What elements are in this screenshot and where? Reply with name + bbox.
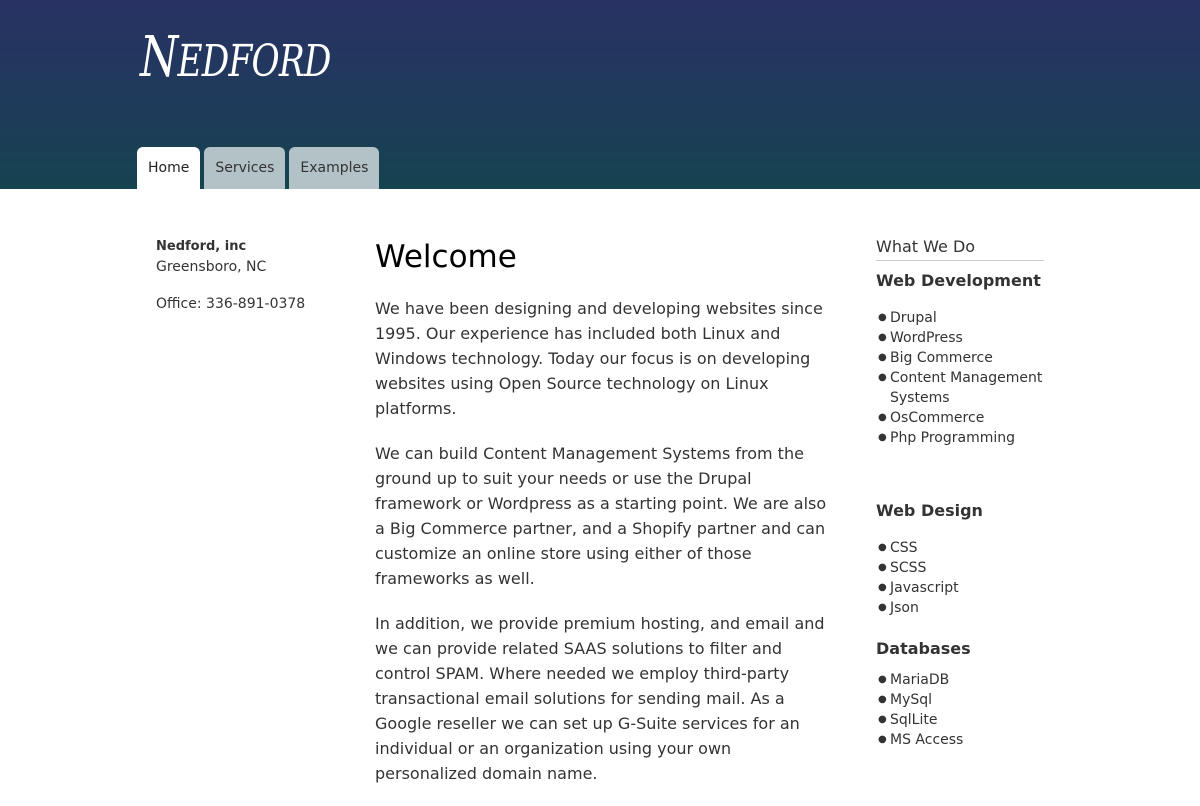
bullet-icon: ● [878,372,887,383]
logo-text: NEDFORD [140,25,331,90]
bullet-icon: ● [878,734,887,745]
list-item: ● Php Programming [878,430,1016,446]
page-title: Welcome [375,239,517,275]
group-heading: Web Design [876,501,983,520]
intro-paragraph-2: We can build Content Management Systems … [375,444,827,588]
web-development-list: ● Drupal ● WordPress ● Big Commerce ● Conten… [876,308,1044,448]
group-heading: Web Development [876,271,1041,290]
bullet-icon: ● [878,312,887,323]
list-item: ● MariaDB [878,672,950,688]
company-name: Nedford, inc [156,239,247,254]
intro-paragraph-1: We have been designing and developing we… [375,299,823,418]
tab-home[interactable]: Home [137,147,201,189]
web-design-list: ● CSS ● SCSS ● Javascript ● Json [876,538,1044,618]
bullet-icon: ● [878,542,887,553]
intro-paragraph-3: In addition, we provide premium hosting,… [375,614,825,783]
bullet-icon: ● [878,562,887,573]
web-design-group: Web Design ● CSS ● SCSS ● Javascript ● Json [876,500,1044,618]
databases-list: ● MariaDB ● MySql ● SqlLite ● MS Access [876,670,1044,750]
bullet-icon: ● [878,674,887,685]
group-heading: Databases [876,639,971,658]
bullet-icon: ● [878,432,887,443]
contact-info: Nedford, inc Greensboro, NC Office: 336-… [156,236,336,315]
tab-examples[interactable]: Examples [289,147,380,189]
list-item: ● MySql [878,692,933,708]
bullet-icon: ● [878,352,887,363]
site-header: NEDFORD Home Services Examples [0,0,1200,189]
list-item: ● Big Commerce [878,350,993,366]
main-content: Welcome We have been designing and devel… [375,236,830,806]
bullet-icon: ● [878,582,887,593]
web-development-group: Web Development ● Drupal ● WordPress ● Big … [876,270,1044,448]
list-item: ● OsCommerce [878,410,985,426]
site-logo[interactable]: NEDFORD [140,24,384,92]
bullet-icon: ● [878,412,887,423]
list-item: ● WordPress [878,330,963,346]
sidebar-title: What We Do [876,236,1044,261]
office-phone: Office: 336-891-0378 [156,296,306,312]
list-item: ● CSS [878,540,918,556]
main-nav-tabs: Home Services Examples [137,147,380,189]
list-item: ● Json [878,600,919,616]
list-item: ● SqlLite [878,712,938,728]
company-city: Greensboro, NC [156,259,267,275]
bullet-icon: ● [878,602,887,613]
list-item: ● MS Access [878,732,964,748]
list-item: ● Content Management Systems [878,370,1043,406]
tab-services[interactable]: Services [204,147,286,189]
databases-group: Databases ● MariaDB ● MySql ● SqlLite ● MS A… [876,638,1044,750]
list-item: ● Javascript [878,580,959,596]
bullet-icon: ● [878,714,887,725]
list-item: ● Drupal [878,310,937,326]
bullet-icon: ● [878,332,887,343]
bullet-icon: ● [878,694,887,705]
services-sidebar: What We Do Web Development ● Drupal ● Word… [876,236,1044,750]
list-item: ● SCSS [878,560,927,576]
